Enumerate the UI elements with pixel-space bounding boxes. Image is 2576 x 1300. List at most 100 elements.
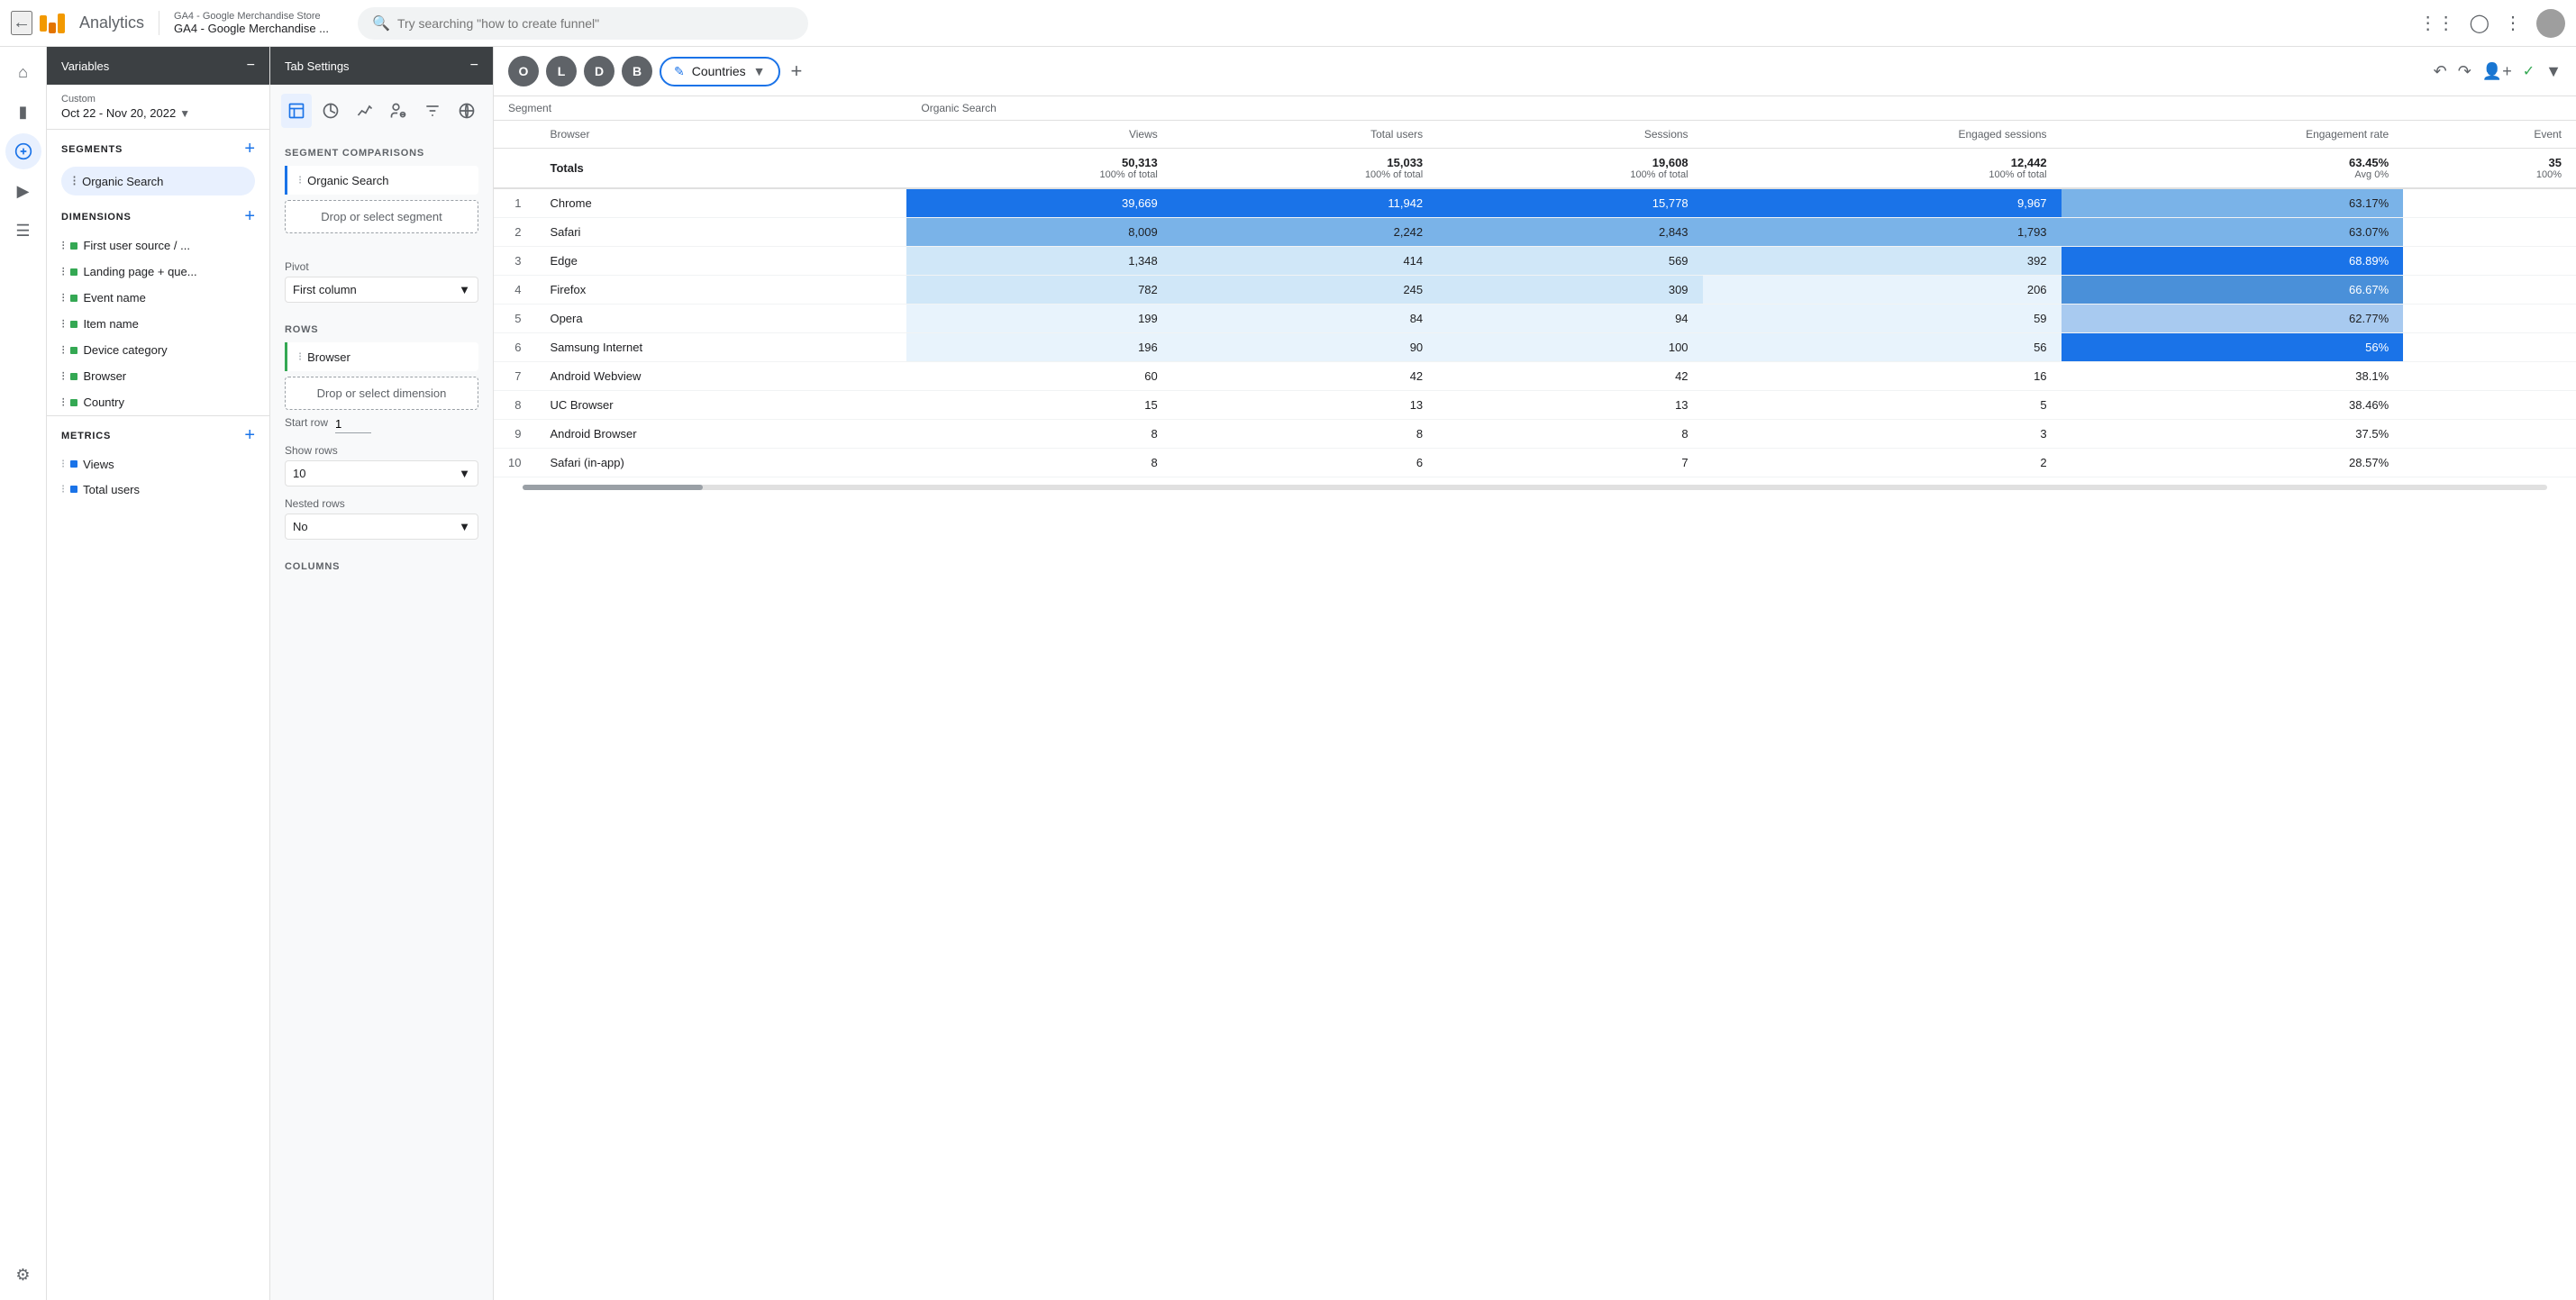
row-num: 6 [494, 333, 535, 362]
show-rows-select[interactable]: 10 ▼ [285, 460, 478, 486]
dim-dot-indicator [70, 321, 77, 328]
redo-icon[interactable]: ↷ [2458, 62, 2471, 81]
engaged-sessions-header[interactable]: Engaged sessions [1703, 121, 2062, 149]
add-tab-button[interactable]: + [791, 59, 803, 83]
grid-icon[interactable]: ⋮⋮ [2419, 12, 2455, 34]
table-row[interactable]: 7 Android Webview 60 42 42 16 38.1% [494, 362, 2576, 391]
table-row[interactable]: 5 Opera 199 84 94 59 62.77% [494, 305, 2576, 333]
date-range-selector[interactable]: Oct 22 - Nov 20, 2022 ▼ [61, 106, 255, 120]
circle-btn-o[interactable]: O [508, 56, 539, 86]
more-vert-icon[interactable]: ▼ [2545, 62, 2562, 81]
sidebar-item-home[interactable]: ⌂ [5, 54, 41, 90]
data-table: Segment Organic Search Browser Views Tot… [494, 96, 2576, 477]
drop-segment-zone[interactable]: Drop or select segment [285, 200, 478, 233]
variables-minimize-btn[interactable]: − [247, 58, 255, 74]
row-engaged: 1,793 [1703, 218, 2062, 247]
back-button[interactable]: ← [11, 11, 32, 35]
add-metric-button[interactable]: + [244, 425, 255, 446]
table-row[interactable]: 10 Safari (in-app) 8 6 7 2 28.57% [494, 449, 2576, 477]
row-users: 42 [1172, 362, 1437, 391]
sidebar-item-settings[interactable]: ⚙ [5, 1257, 41, 1293]
dim-device-category[interactable]: ⁝ Device category [47, 337, 269, 363]
row-sessions: 100 [1437, 333, 1702, 362]
row-er: 63.07% [2062, 218, 2404, 247]
metric-views[interactable]: ⁝ Views [47, 451, 269, 477]
tab-icon-table[interactable] [281, 94, 312, 128]
sidebar-item-explore[interactable] [5, 133, 41, 169]
dim-item-name[interactable]: ⁝ Item name [47, 311, 269, 337]
sidebar-item-reports[interactable]: ▮ [5, 94, 41, 130]
segments-title: SEGMENTS [61, 144, 123, 155]
segment-chip[interactable]: ⁝ Organic Search [61, 167, 255, 195]
search-input[interactable] [397, 16, 794, 31]
dim-dot-indicator [70, 295, 77, 302]
circle-btn-l[interactable]: L [546, 56, 577, 86]
dim-browser[interactable]: ⁝ Browser [47, 363, 269, 389]
edit-icon: ✎ [674, 64, 685, 79]
sessions-header[interactable]: Sessions [1437, 121, 1702, 149]
more-options-icon[interactable]: ⋮ [2504, 12, 2522, 34]
event-header[interactable]: Event [2403, 121, 2576, 149]
row-sessions: 15,778 [1437, 188, 1702, 218]
main-layout: Variables − Custom Oct 22 - Nov 20, 2022… [47, 47, 2576, 1300]
variables-panel-header: Variables − [47, 47, 269, 85]
nested-rows-label: Nested rows [285, 497, 478, 510]
add-user-icon[interactable]: 👤+ [2482, 62, 2512, 81]
sidebar-item-list[interactable]: ☰ [5, 213, 41, 249]
total-users-header[interactable]: Total users [1172, 121, 1437, 149]
countries-tab[interactable]: ✎ Countries ▼ [660, 57, 780, 86]
views-header[interactable]: Views [906, 121, 1171, 149]
property-info: GA4 - Google Merchandise Store GA4 - Goo… [159, 11, 329, 35]
start-row-input[interactable] [335, 415, 371, 433]
drop-segment-label: Drop or select segment [321, 210, 441, 223]
circle-btn-d[interactable]: D [584, 56, 614, 86]
table-row[interactable]: 3 Edge 1,348 414 569 392 68.89% [494, 247, 2576, 276]
row-num: 7 [494, 362, 535, 391]
tab-icon-line[interactable] [350, 94, 380, 128]
segment-col-label: Segment [494, 96, 906, 121]
add-dimension-button[interactable]: + [244, 206, 255, 227]
table-row[interactable]: 1 Chrome 39,669 11,942 15,778 9,967 63.1… [494, 188, 2576, 218]
metric-total-users[interactable]: ⁝ Total users [47, 477, 269, 502]
tab-icon-chart[interactable] [315, 94, 346, 128]
pivot-select[interactable]: First column ▼ [285, 277, 478, 303]
undo-icon[interactable]: ↶ [2434, 62, 2447, 81]
table-row[interactable]: 9 Android Browser 8 8 8 3 37.5% [494, 420, 2576, 449]
table-row[interactable]: 8 UC Browser 15 13 13 5 38.46% [494, 391, 2576, 420]
tab-icon-filter[interactable] [417, 94, 448, 128]
dim-country[interactable]: ⁝ Country [47, 389, 269, 415]
app-logo [40, 14, 65, 33]
row-events [2403, 362, 2576, 391]
circle-btn-b[interactable]: B [622, 56, 652, 86]
table-row[interactable]: 4 Firefox 782 245 309 206 66.67% [494, 276, 2576, 305]
nested-rows-select[interactable]: No ▼ [285, 514, 478, 540]
row-engaged: 3 [1703, 420, 2062, 449]
data-panel-right-actions: ↶ ↷ 👤+ ✓ ▼ [2434, 62, 2562, 81]
row-er: 56% [2062, 333, 2404, 362]
check-circle-icon[interactable]: ✓ [2523, 62, 2535, 80]
row-users: 245 [1172, 276, 1437, 305]
dim-event-name[interactable]: ⁝ Event name [47, 285, 269, 311]
table-row[interactable]: 6 Samsung Internet 196 90 100 56 56% [494, 333, 2576, 362]
row-er: 68.89% [2062, 247, 2404, 276]
search-bar[interactable]: 🔍 [358, 7, 808, 40]
sidebar-item-advertising[interactable]: ▶ [5, 173, 41, 209]
table-row[interactable]: 2 Safari 8,009 2,242 2,843 1,793 63.07% [494, 218, 2576, 247]
tab-icon-person[interactable] [383, 94, 414, 128]
segment-comparison-item[interactable]: ⁝ Organic Search [285, 166, 478, 195]
dim-landing-page[interactable]: ⁝ Landing page + que... [47, 259, 269, 285]
metrics-title: METRICS [61, 431, 111, 441]
dim-first-user-source[interactable]: ⁝ First user source / ... [47, 232, 269, 259]
row-browser-item[interactable]: ⁝ Browser [285, 342, 478, 371]
help-icon[interactable]: ◯ [2470, 12, 2490, 34]
avatar[interactable] [2536, 9, 2565, 38]
tab-icon-globe[interactable] [451, 94, 482, 128]
browser-header[interactable]: Browser [535, 121, 906, 149]
tab-settings-minimize-btn[interactable]: − [470, 58, 478, 74]
scroll-thumb[interactable] [523, 485, 703, 490]
drop-dimension-zone[interactable]: Drop or select dimension [285, 377, 478, 410]
add-segment-button[interactable]: + [244, 139, 255, 159]
scroll-track[interactable] [523, 485, 2547, 490]
engagement-rate-header[interactable]: Engagement rate [2062, 121, 2404, 149]
row-engaged: 9,967 [1703, 188, 2062, 218]
